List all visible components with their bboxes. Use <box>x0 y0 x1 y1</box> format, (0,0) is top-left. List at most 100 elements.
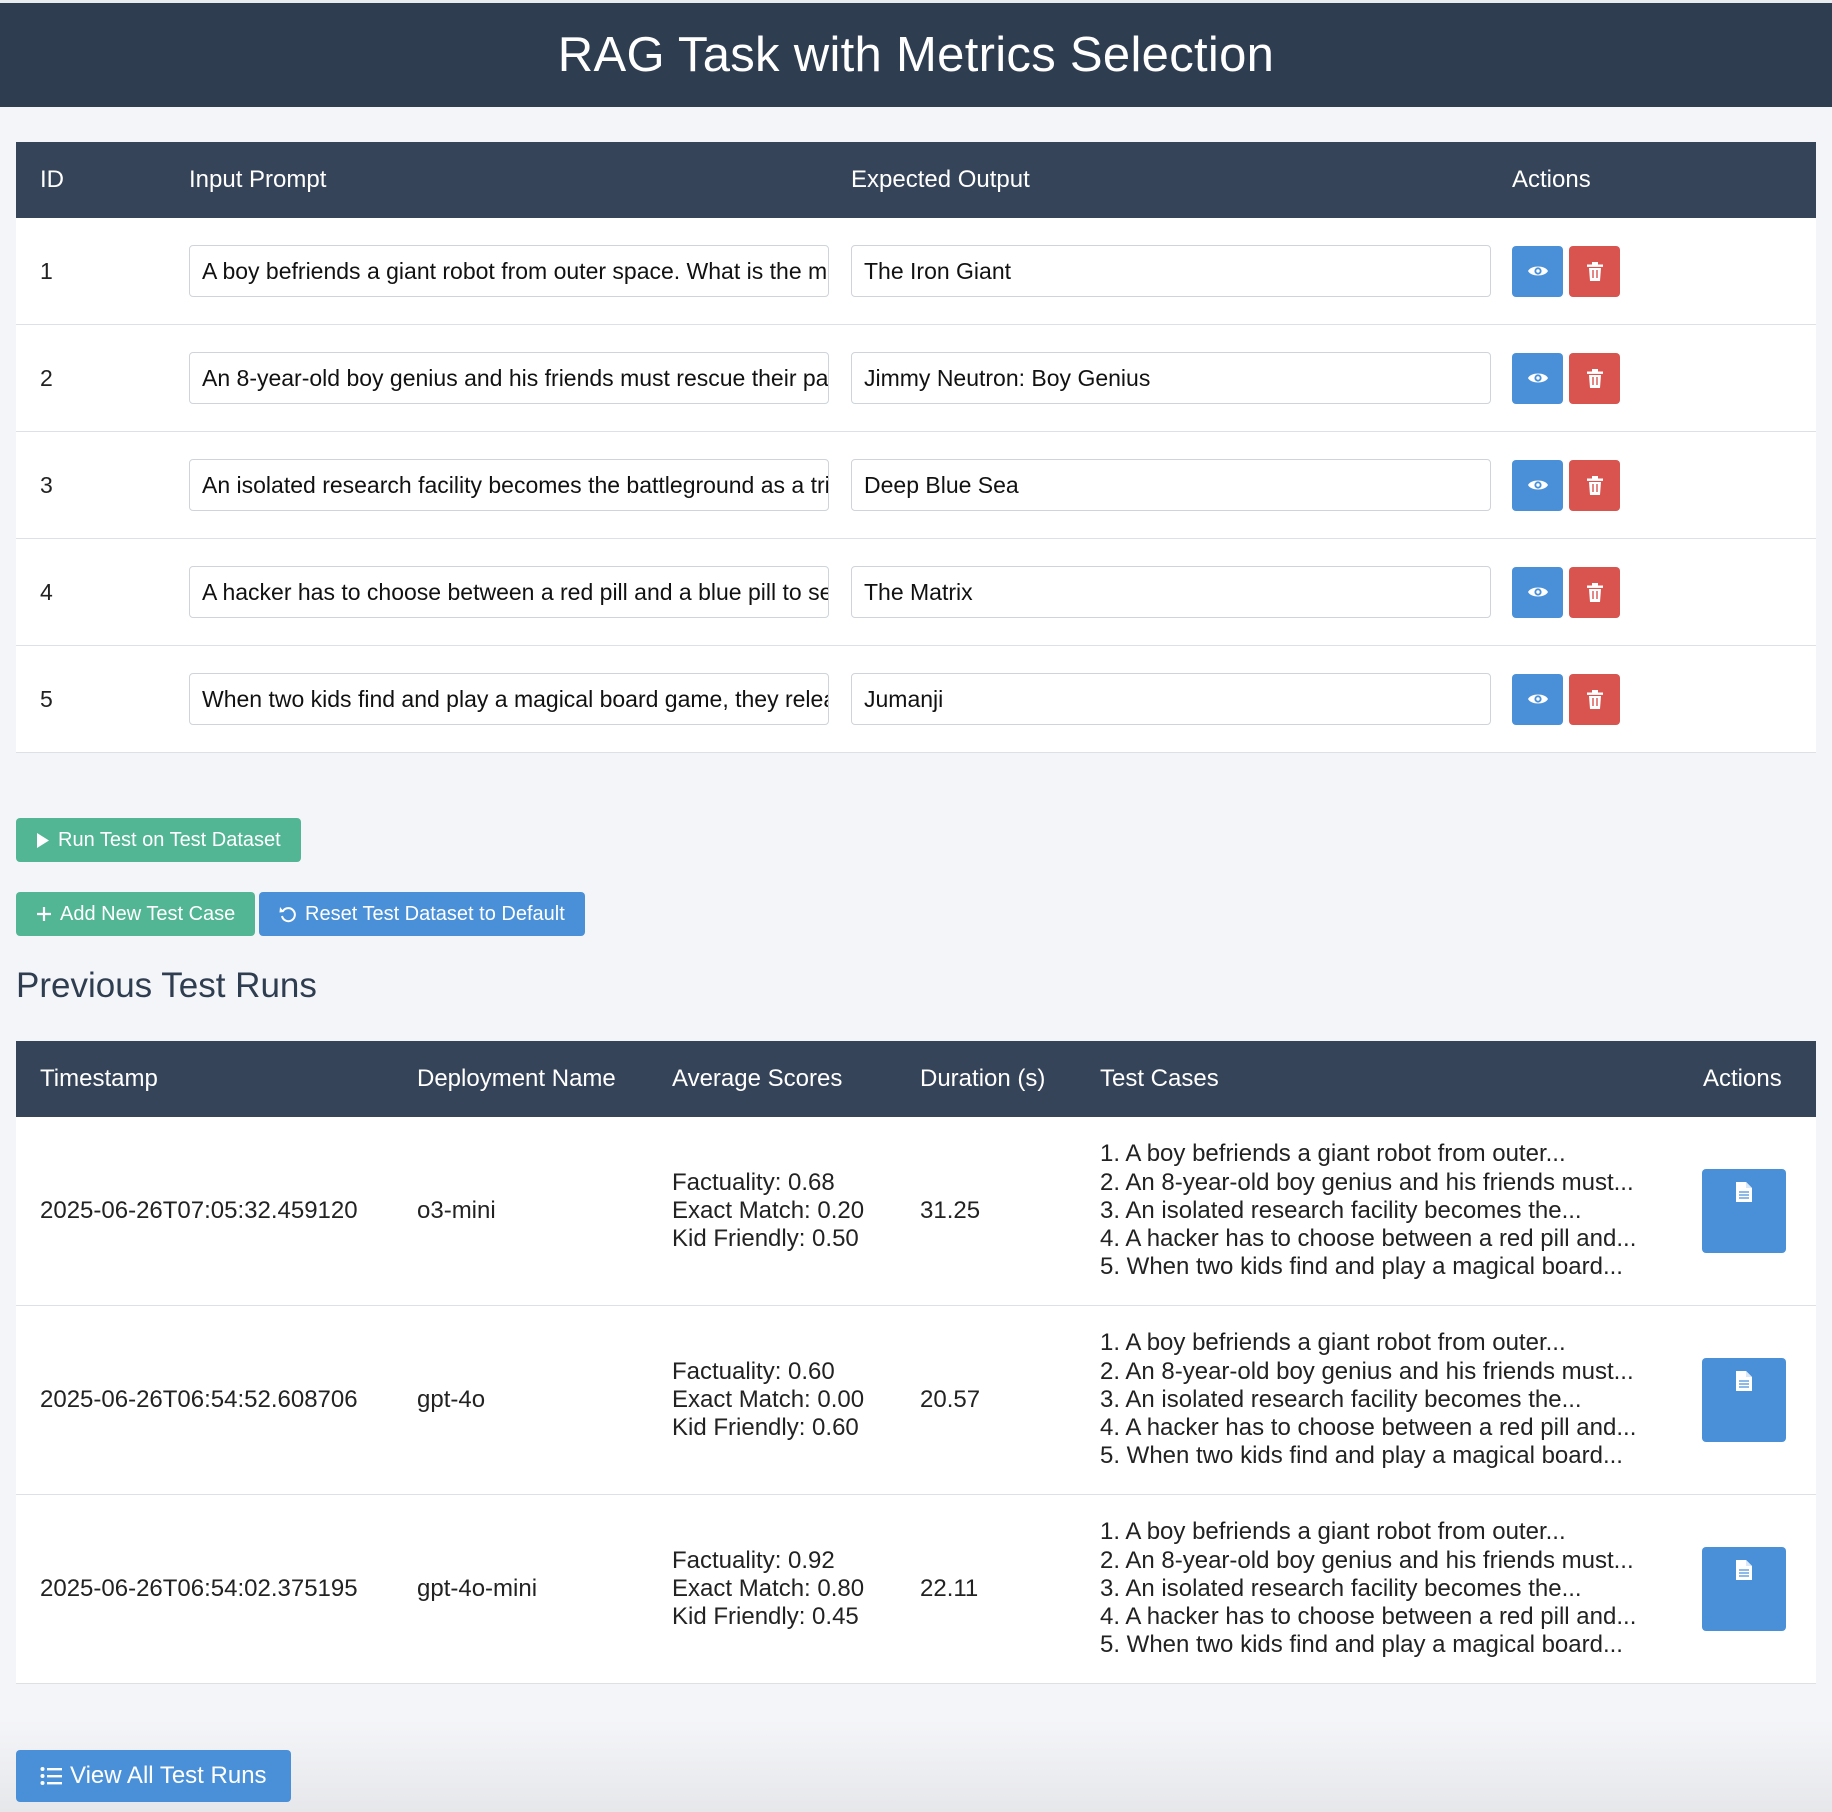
test-case-summary: 5. When two kids find and play a magical… <box>1100 1442 1623 1470</box>
table-row: 3 An isolated research facility becomes t… <box>16 432 1816 539</box>
column-header-expected-output: Expected Output <box>851 166 1030 193</box>
reset-dataset-label: Reset Test Dataset to Default <box>305 902 565 925</box>
eye-icon <box>1527 587 1548 597</box>
expected-output-field[interactable]: Jumanji <box>851 673 1491 725</box>
test-run-row: 2025-06-26T06:54:52.608706 gpt-4o Factuali… <box>16 1306 1816 1495</box>
test-runs-table: Timestamp Deployment Name Average Scores… <box>16 1041 1816 1684</box>
view-button[interactable] <box>1512 566 1563 618</box>
average-scores: Factuality: 0.92 Exact Match: 0.80 Kid Fri… <box>672 1547 864 1631</box>
column-header-duration: Duration (s) <box>920 1065 1046 1092</box>
test-case-summary: 3. An isolated research facility becomes… <box>1100 1574 1582 1602</box>
test-run-rows: 2025-06-26T07:05:32.459120 o3-mini Factual… <box>16 1117 1816 1684</box>
view-button[interactable] <box>1512 459 1563 511</box>
row-actions <box>1512 245 1620 297</box>
test-case-id: 2 <box>40 364 53 391</box>
column-header-input-prompt: Input Prompt <box>189 166 327 193</box>
add-test-case-button[interactable]: Add New Test Case <box>16 892 256 936</box>
expected-output-field[interactable]: Jimmy Neutron: Boy Genius <box>851 352 1491 404</box>
document-icon <box>1736 1560 1752 1580</box>
test-cases-table: ID Input Prompt Expected Output Actions … <box>16 142 1816 753</box>
table-row: 4 A hacker has to choose between a red pi… <box>16 539 1816 646</box>
input-prompt-field[interactable]: When two kids find and play a magical bo… <box>189 673 829 725</box>
page-title: RAG Task with Metrics Selection <box>557 28 1275 82</box>
eye-icon <box>1527 373 1548 383</box>
run-timestamp: 2025-06-26T06:54:52.608706 <box>40 1386 358 1413</box>
expected-output-field[interactable]: The Iron Giant <box>851 245 1491 297</box>
score-line: Factuality: 0.68 <box>672 1169 835 1196</box>
deployment-name: o3-mini <box>417 1197 496 1224</box>
eye-icon <box>1527 480 1548 490</box>
run-duration: 22.11 <box>920 1575 979 1602</box>
view-button[interactable] <box>1512 352 1563 404</box>
test-case-id: 3 <box>40 471 53 498</box>
test-case-summary: 1. A boy befriends a giant robot from ou… <box>1100 1518 1566 1546</box>
test-case-summary: 5. When two kids find and play a magical… <box>1100 1253 1623 1281</box>
test-case-id: 1 <box>40 257 53 284</box>
test-case-summary: 1. A boy befriends a giant robot from ou… <box>1100 1140 1566 1168</box>
input-prompt-field[interactable]: An 8-year-old boy genius and his friends… <box>189 352 829 404</box>
test-case-summary: 4. A hacker has to choose between a red … <box>1100 1225 1637 1253</box>
average-scores: Factuality: 0.68 Exact Match: 0.20 Kid Fri… <box>672 1169 864 1253</box>
expected-output-field[interactable]: Deep Blue Sea <box>851 459 1491 511</box>
test-run-row: 2025-06-26T07:05:32.459120 o3-mini Factual… <box>16 1117 1816 1306</box>
trash-icon <box>1586 475 1603 495</box>
run-details-button[interactable] <box>1702 1547 1786 1631</box>
page: RAG Task with Metrics Selection ID Input… <box>0 0 1832 1812</box>
score-line: Factuality: 0.92 <box>672 1547 835 1574</box>
test-cases-list: 1. A boy befriends a giant robot from ou… <box>1100 1140 1636 1281</box>
column-header-run-actions: Actions <box>1703 1065 1782 1092</box>
test-case-summary: 4. A hacker has to choose between a red … <box>1100 1414 1637 1442</box>
test-case-summary: 1. A boy befriends a giant robot from ou… <box>1100 1329 1566 1357</box>
play-icon <box>37 832 49 848</box>
reset-dataset-button[interactable]: Reset Test Dataset to Default <box>259 892 585 936</box>
run-details-button[interactable] <box>1702 1358 1786 1442</box>
delete-button[interactable] <box>1569 245 1620 297</box>
view-button[interactable] <box>1512 673 1563 725</box>
run-test-label: Run Test on Test Dataset <box>58 828 281 851</box>
table-header: ID Input Prompt Expected Output Actions <box>16 142 1816 218</box>
list-icon <box>40 1767 62 1785</box>
test-case-summary: 3. An isolated research facility becomes… <box>1100 1196 1582 1224</box>
trash-icon <box>1586 261 1603 281</box>
runs-table-header: Timestamp Deployment Name Average Scores… <box>16 1041 1816 1117</box>
column-header-timestamp: Timestamp <box>40 1065 158 1092</box>
previous-test-runs-title: Previous Test Runs <box>16 966 317 1005</box>
average-scores: Factuality: 0.60 Exact Match: 0.00 Kid Fri… <box>672 1358 864 1442</box>
run-test-button[interactable]: Run Test on Test Dataset <box>16 818 301 862</box>
run-details-button[interactable] <box>1702 1169 1786 1253</box>
trash-icon <box>1586 582 1603 602</box>
eye-icon <box>1527 266 1548 276</box>
row-actions <box>1512 459 1620 511</box>
delete-button[interactable] <box>1569 459 1620 511</box>
document-icon <box>1736 1182 1752 1202</box>
column-header-actions: Actions <box>1512 166 1591 193</box>
delete-button[interactable] <box>1569 673 1620 725</box>
test-case-summary: 5. When two kids find and play a magical… <box>1100 1631 1623 1659</box>
input-prompt-field[interactable]: An isolated research facility becomes th… <box>189 459 829 511</box>
input-prompt-field[interactable]: A boy befriends a giant robot from outer… <box>189 245 829 297</box>
row-actions <box>1512 352 1620 404</box>
view-all-test-runs-button[interactable]: View All Test Runs <box>16 1750 291 1802</box>
input-prompt-field[interactable]: A hacker has to choose between a red pil… <box>189 566 829 618</box>
test-case-summary: 3. An isolated research facility becomes… <box>1100 1385 1582 1413</box>
run-timestamp: 2025-06-26T06:54:02.375195 <box>40 1575 358 1602</box>
column-header-test-cases: Test Cases <box>1100 1065 1219 1092</box>
test-cases-list: 1. A boy befriends a giant robot from ou… <box>1100 1329 1636 1470</box>
column-header-deployment-name: Deployment Name <box>417 1065 616 1092</box>
trash-icon <box>1586 368 1603 388</box>
expected-output-field[interactable]: The Matrix <box>851 566 1491 618</box>
view-button[interactable] <box>1512 245 1563 297</box>
test-case-rows: 1 A boy befriends a giant robot from oute… <box>16 218 1816 753</box>
run-duration: 20.57 <box>920 1386 981 1413</box>
column-header-average-scores: Average Scores <box>672 1065 843 1092</box>
table-row: 5 When two kids find and play a magical b… <box>16 646 1816 753</box>
column-header-id: ID <box>40 166 64 193</box>
score-line: Factuality: 0.60 <box>672 1358 835 1385</box>
undo-icon <box>279 907 296 923</box>
delete-button[interactable] <box>1569 352 1620 404</box>
eye-icon <box>1527 694 1548 704</box>
table-row: 2 An 8-year-old boy genius and his friend… <box>16 325 1816 432</box>
row-actions <box>1512 673 1620 725</box>
delete-button[interactable] <box>1569 566 1620 618</box>
trash-icon <box>1586 689 1603 709</box>
